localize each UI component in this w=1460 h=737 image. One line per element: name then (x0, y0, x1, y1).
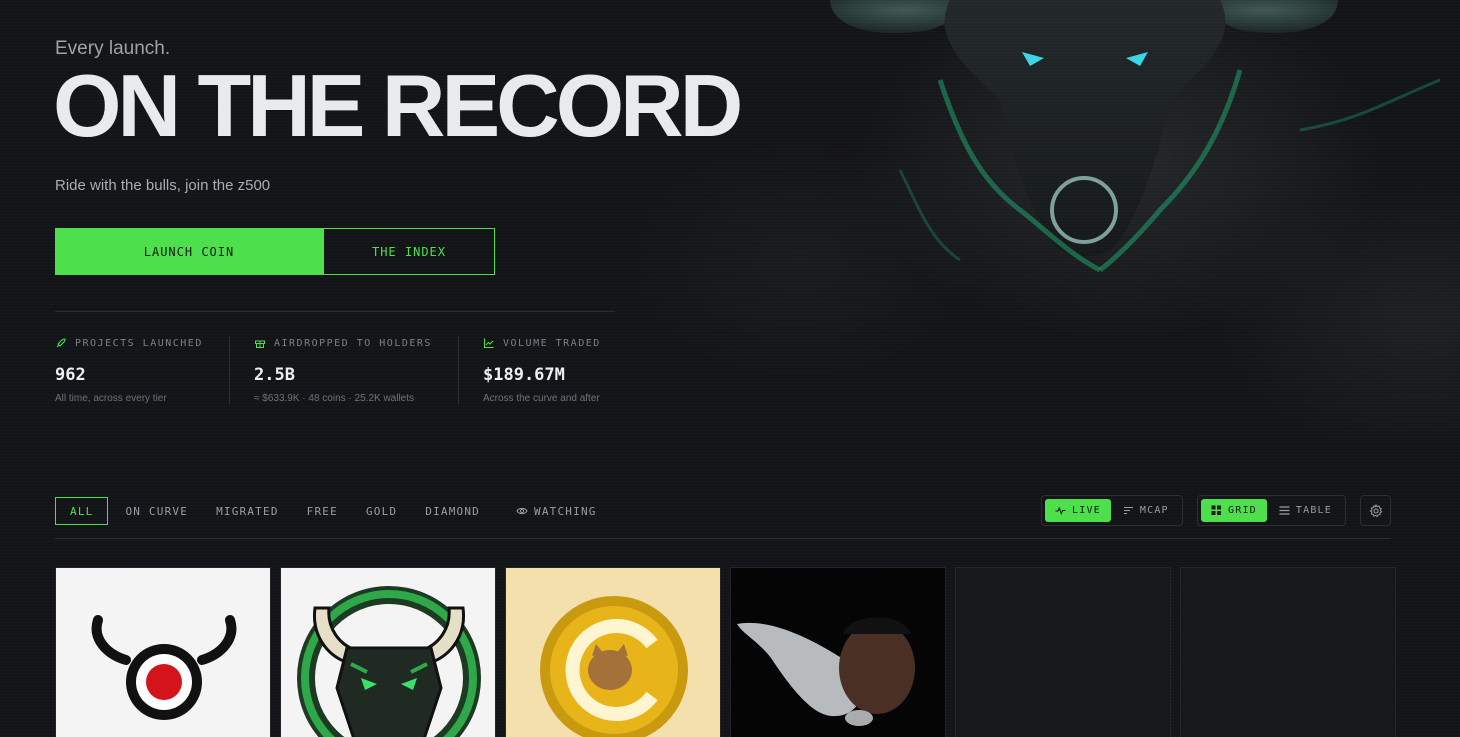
hero-subtitle: Ride with the bulls, join the z500 (55, 177, 271, 194)
filter-watching-label: WATCHING (534, 504, 597, 518)
view-table-label: TABLE (1295, 505, 1332, 516)
stat-label: PROJECTS LAUNCHED (75, 337, 203, 349)
stat-value: $189.67M (483, 365, 565, 385)
the-index-button[interactable]: THE INDEX (323, 228, 495, 275)
stat-subtext: All time, across every tier (55, 393, 167, 404)
coin-grid (55, 567, 1396, 737)
hero-divider (55, 311, 615, 312)
stat-subtext: ≈ $633.9K · 48 coins · 25.2K wallets (254, 393, 415, 404)
stat-volume-traded: VOLUME TRADED $189.67M Across the curve … (458, 336, 628, 404)
stat-value: 2.5B (254, 365, 295, 385)
stat-projects-launched: PROJECTS LAUNCHED 962 All time, across e… (55, 336, 229, 405)
bull-target-logo (91, 615, 237, 720)
view-grid-label: GRID (1228, 505, 1257, 516)
settings-button[interactable] (1360, 495, 1391, 526)
view-toggle: GRID TABLE (1197, 495, 1346, 526)
rocket-icon (56, 338, 66, 348)
stat-label: VOLUME TRADED (503, 337, 601, 349)
sort-mcap-button[interactable]: MCAP (1113, 499, 1179, 522)
sort-toggle: LIVE MCAP (1041, 495, 1183, 526)
filter-diamond[interactable]: DIAMOND (411, 497, 494, 525)
filter-gold[interactable]: GOLD (352, 497, 411, 525)
stats-row: PROJECTS LAUNCHED 962 All time, across e… (55, 336, 628, 404)
sort-live-button[interactable]: LIVE (1045, 499, 1111, 522)
view-table-button[interactable]: TABLE (1269, 499, 1342, 522)
stat-airdropped: AIRDROPPED TO HOLDERS 2.5B ≈ $633.9K · 4… (229, 336, 458, 404)
filter-all[interactable]: ALL (55, 497, 109, 525)
sort-live-label: LIVE (1072, 505, 1101, 516)
filter-on-curve[interactable]: ON CURVE (111, 497, 202, 525)
chart-icon (483, 338, 494, 349)
stat-label: AIRDROPPED TO HOLDERS (274, 337, 432, 349)
gear-icon (1369, 503, 1382, 517)
coin-card-placeholder (1180, 567, 1396, 737)
coin-card-placeholder (955, 567, 1171, 737)
grid-icon (1211, 505, 1221, 515)
launch-coin-button[interactable]: LAUNCH COIN (55, 228, 323, 275)
filter-tabs: ALL ON CURVE MIGRATED FREE GOLD DIAMOND … (55, 497, 611, 525)
eye-icon (516, 507, 528, 515)
coin-card[interactable] (730, 567, 946, 737)
sort-mcap-label: MCAP (1139, 505, 1169, 516)
pulse-icon (1055, 506, 1066, 515)
fish-man-meme (731, 568, 945, 737)
filter-watching[interactable]: WATCHING (502, 497, 611, 525)
sort-bars-icon (1123, 506, 1133, 515)
page-title: ON THE RECORD (53, 56, 743, 155)
filter-migrated[interactable]: MIGRATED (202, 497, 293, 525)
list-icon (1279, 506, 1290, 515)
coin-card[interactable] (505, 567, 721, 737)
filter-free[interactable]: FREE (293, 497, 352, 525)
hero-cta-group: LAUNCH COIN THE INDEX (55, 228, 495, 275)
pixel-bull-logo (297, 586, 481, 737)
filter-divider (55, 538, 1391, 539)
coin-card[interactable] (55, 567, 271, 737)
gift-icon (255, 340, 265, 348)
stat-subtext: Across the curve and after (483, 393, 600, 404)
stat-value: 962 (55, 365, 86, 385)
view-grid-button[interactable]: GRID (1201, 499, 1267, 522)
gold-cat-coin (506, 568, 720, 737)
coin-card[interactable] (280, 567, 496, 737)
